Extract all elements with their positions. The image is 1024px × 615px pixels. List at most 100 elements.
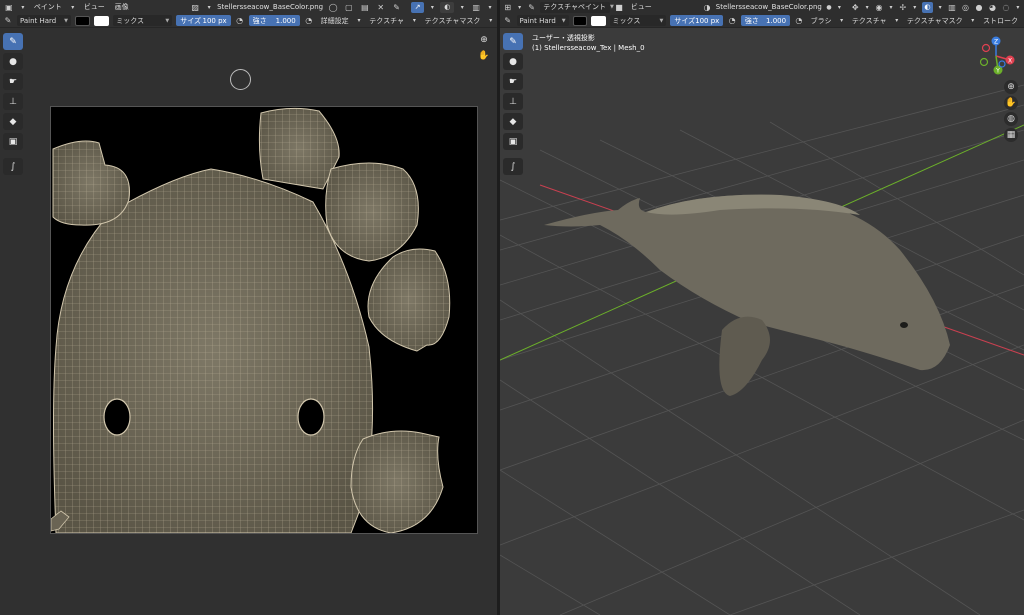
texture-mask-dropdown[interactable]: テクスチャマスク	[904, 16, 966, 26]
brush-dropdown[interactable]: ブラシ	[808, 16, 835, 26]
open-image-icon[interactable]: ▤	[359, 2, 371, 13]
overlay-icon[interactable]: ◐	[921, 1, 933, 13]
gizmo-neg-z[interactable]	[998, 60, 1006, 68]
chevron-down-icon[interactable]: ▾	[486, 2, 494, 13]
mask-tool[interactable]: ▣	[503, 133, 523, 150]
editor-type-icon[interactable]: ▣	[3, 2, 15, 13]
chevron-down-icon[interactable]: ▾	[937, 2, 943, 13]
chevron-down-icon: ▾	[357, 17, 361, 24]
transform-icon[interactable]: ✥	[850, 2, 859, 13]
texture-mask-dropdown[interactable]: テクスチャマスク	[422, 16, 484, 26]
sea-cow-model[interactable]	[544, 194, 950, 396]
brush-tool[interactable]: ✎	[503, 33, 523, 50]
chevron-down-icon[interactable]: ▾	[516, 2, 522, 13]
hand-pan-icon[interactable]: ✋	[477, 49, 491, 63]
xray-icon[interactable]: ▥	[947, 2, 956, 13]
zoom-icon[interactable]: ⊕	[477, 33, 491, 47]
menu-view[interactable]: ビュー	[628, 2, 655, 12]
smear-tool[interactable]: ☛	[3, 73, 23, 90]
texture-canvas[interactable]	[50, 106, 478, 534]
gizmo-neg-y[interactable]	[979, 57, 989, 67]
chevron-down-icon[interactable]: ▾	[836, 2, 842, 13]
menu-view[interactable]: ビュー	[81, 2, 108, 12]
uv-island-head-top	[258, 107, 340, 190]
paint-mask-icon[interactable]: ■	[614, 2, 623, 13]
brush-icon[interactable]: ✎	[503, 15, 513, 26]
strength-field[interactable]: 強さ 1.000	[248, 15, 300, 26]
camera-icon[interactable]: ◍	[1004, 112, 1018, 126]
chevron-down-icon[interactable]: ▾	[912, 2, 918, 13]
chevron-down-icon[interactable]: ▾	[428, 2, 436, 13]
texture-dropdown[interactable]: テクスチャ	[366, 16, 407, 26]
solid-shading-icon[interactable]: ●	[974, 2, 983, 13]
mode-value: テクスチャペイント	[543, 3, 607, 11]
brush-selector[interactable]: Paint Hard ▼	[16, 15, 72, 26]
annotate-tool[interactable]: ∫	[3, 158, 23, 175]
menu-image[interactable]: 画像	[112, 2, 132, 12]
new-image-icon[interactable]: ▢	[343, 2, 355, 13]
gizmo-neg-x[interactable]	[981, 43, 991, 53]
display-channels-icon[interactable]: ▥	[470, 2, 482, 13]
pressure-icon[interactable]: ◔	[727, 15, 737, 26]
clone-tool[interactable]: ⊥	[503, 93, 523, 110]
chevron-down-icon[interactable]: ▾	[458, 2, 466, 13]
mask-tool[interactable]: ▣	[3, 133, 23, 150]
secondary-color-swatch[interactable]	[94, 15, 110, 26]
image-browse-icon[interactable]: ▨	[189, 2, 201, 13]
editor-type-icon[interactable]: ⊞	[503, 2, 512, 13]
zoom-icon[interactable]: ⊕	[1004, 80, 1018, 94]
viewport-toolbar: ✎ ● ☛ ⊥ ◆ ▣ ∫	[503, 33, 523, 175]
blend-mode-dropdown[interactable]: ミックス ▼	[113, 15, 173, 26]
pressure-icon[interactable]: ◔	[304, 15, 314, 26]
3d-viewport[interactable]: ⊞ ▾ ✎ テクスチャペイント ▼ ■ ビュー ◑ Stellersseacow_…	[500, 0, 1024, 615]
soften-tool[interactable]: ●	[3, 53, 23, 70]
hand-pan-icon[interactable]: ✋	[1004, 96, 1018, 110]
annotate-tool[interactable]: ∫	[503, 158, 523, 175]
gizmo-icon[interactable]: ✢	[898, 2, 907, 13]
texture-dropdown[interactable]: テクスチャ	[849, 16, 890, 26]
gizmo-z-label: Z	[994, 38, 998, 45]
smear-icon: ☛	[8, 76, 18, 87]
rendered-shading-icon[interactable]: ◌	[1001, 2, 1010, 13]
primary-color-swatch[interactable]	[572, 15, 588, 26]
fill-tool[interactable]: ◆	[3, 113, 23, 130]
brush-icon[interactable]: ✎	[3, 15, 13, 26]
chevron-down-icon[interactable]: ▾	[864, 2, 870, 13]
soften-tool[interactable]: ●	[503, 53, 523, 70]
pressure-icon[interactable]: ◔	[794, 15, 804, 26]
brush-selector[interactable]: Paint Hard ▼	[516, 15, 569, 26]
primary-color-swatch[interactable]	[75, 15, 91, 26]
visibility-icon[interactable]: ◉	[874, 2, 883, 13]
viewport-image-name[interactable]: Stellersseacow_BaseColor.png	[716, 3, 822, 11]
blend-mode-dropdown[interactable]: ミックス ▼	[609, 15, 667, 26]
wireframe-shading-icon[interactable]: ◎	[961, 2, 970, 13]
mode-dropdown[interactable]: テクスチャペイント ▼	[540, 1, 614, 13]
chevron-down-icon[interactable]: ▾	[1015, 2, 1021, 13]
pin-icon[interactable]: ✎	[391, 2, 403, 13]
strength-field[interactable]: 強さ 1.000	[740, 15, 791, 26]
secondary-color-swatch[interactable]	[591, 15, 606, 26]
chevron-down-icon[interactable]: ●	[826, 2, 832, 13]
stroke-dropdown[interactable]: ストローク	[980, 16, 1021, 26]
smear-tool[interactable]: ☛	[503, 73, 523, 90]
chevron-down-icon[interactable]: ▾	[888, 2, 894, 13]
size-field[interactable]: サイズ 100 px	[670, 15, 724, 26]
advanced-dropdown[interactable]: 詳細設定	[318, 16, 352, 26]
pressure-icon[interactable]: ◔	[235, 15, 245, 26]
clone-tool[interactable]: ⊥	[3, 93, 23, 110]
overlay-icon[interactable]: ◐	[440, 1, 455, 13]
uv-sync-icon[interactable]: ↗	[410, 1, 425, 13]
brush-tool[interactable]: ✎	[3, 33, 23, 50]
fake-user-shield-icon[interactable]: ◯	[327, 2, 339, 13]
menu-paint[interactable]: ペイント	[31, 2, 65, 12]
navigation-gizmo[interactable]: Z X Y	[976, 34, 1020, 78]
image-name[interactable]: Stellersseacow_BaseColor.png	[217, 3, 323, 11]
close-icon[interactable]: ✕	[375, 2, 387, 13]
material-shading-icon[interactable]: ◕	[988, 2, 997, 13]
chevron-down-icon[interactable]: ▾	[205, 2, 213, 13]
grid-projection-icon[interactable]: ▦	[1004, 128, 1018, 142]
size-field[interactable]: サイズ 100 px	[176, 15, 231, 26]
fill-tool[interactable]: ◆	[503, 113, 523, 130]
tool-settings-bar: ✎ Paint Hard ▼ ミックス ▼ サイズ 100 px ◔ 強さ 1.000 …	[0, 14, 497, 28]
chevron-down-icon[interactable]: ▾	[19, 2, 27, 13]
